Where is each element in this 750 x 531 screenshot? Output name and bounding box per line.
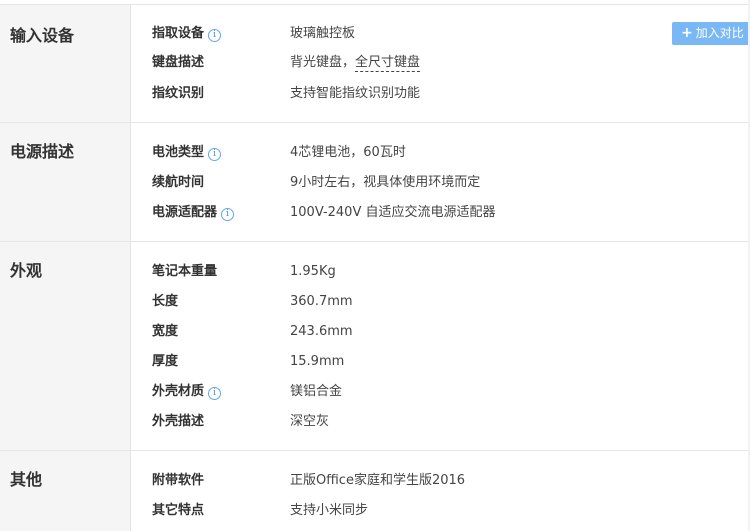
category-column: 电源描述 bbox=[0, 123, 131, 241]
spec-label: 外壳描述 bbox=[152, 414, 205, 429]
spec-label: 电池类型 i bbox=[152, 143, 222, 163]
category-title: 输入设备 bbox=[10, 26, 75, 45]
spec-value: 4芯锂电池，60瓦时 bbox=[290, 145, 406, 160]
spec-value: 支持小米同步 bbox=[290, 503, 369, 518]
spec-value: 1.95Kg bbox=[290, 264, 336, 279]
full-size-keyboard-link[interactable]: 全尺寸键盘 bbox=[355, 55, 421, 72]
info-icon[interactable]: i bbox=[208, 148, 222, 161]
spec-label: 指取设备 i bbox=[152, 24, 222, 44]
category-column: 其他 bbox=[0, 451, 131, 531]
spec-label: 宽度 bbox=[152, 324, 179, 339]
spec-label: 长度 bbox=[152, 294, 179, 309]
spec-label: 续航时间 bbox=[152, 175, 205, 190]
category-title: 其他 bbox=[10, 470, 43, 489]
spec-value: 360.7mm bbox=[290, 294, 353, 309]
spec-label: 其它特点 bbox=[152, 503, 205, 518]
spec-label: 电源适配器 i bbox=[152, 203, 235, 223]
spec-value: 背光键盘，全尺寸键盘 bbox=[290, 55, 421, 72]
spec-value: 15.9mm bbox=[290, 354, 345, 369]
spec-value: 深空灰 bbox=[290, 414, 330, 429]
spec-value: 9小时左右，视具体使用环境而定 bbox=[290, 175, 481, 190]
section-appearance: 外观 bbox=[0, 242, 748, 451]
add-to-compare-button[interactable]: + 加入对比 bbox=[672, 22, 750, 45]
category-title: 外观 bbox=[10, 261, 43, 280]
category-column: 输入设备 bbox=[0, 5, 131, 122]
spec-value: 镁铝合金 bbox=[290, 384, 343, 399]
spec-value: 支持智能指纹识别功能 bbox=[290, 86, 421, 101]
category-title: 电源描述 bbox=[10, 142, 75, 161]
info-icon[interactable]: i bbox=[208, 387, 222, 400]
plus-icon: + bbox=[681, 25, 693, 41]
spec-label: 外壳材质 i bbox=[152, 382, 222, 402]
spec-label: 厚度 bbox=[152, 354, 179, 369]
info-icon[interactable]: i bbox=[208, 29, 222, 42]
add-to-compare-label: 加入对比 bbox=[695, 26, 744, 40]
info-icon[interactable]: i bbox=[221, 208, 235, 221]
spec-value: 正版Office家庭和学生版2016 bbox=[290, 473, 466, 488]
spec-label: 键盘描述 bbox=[152, 55, 205, 70]
spec-table: 输入设备 指取设备 i 玻璃触控板 键盘描述 背光键盘，全尺寸键盘 指纹识别 支持… bbox=[0, 0, 750, 531]
spec-label: 指纹识别 bbox=[152, 86, 205, 101]
section-other: 其他 bbox=[0, 451, 748, 531]
spec-label: 附带软件 bbox=[152, 473, 205, 488]
spec-label: 笔记本重量 bbox=[152, 264, 218, 279]
spec-value: 243.6mm bbox=[290, 324, 353, 339]
spec-value: 100V-240V 自适应交流电源适配器 bbox=[290, 205, 496, 220]
category-column: 外观 bbox=[0, 242, 131, 450]
spec-value: 玻璃触控板 bbox=[290, 26, 356, 41]
